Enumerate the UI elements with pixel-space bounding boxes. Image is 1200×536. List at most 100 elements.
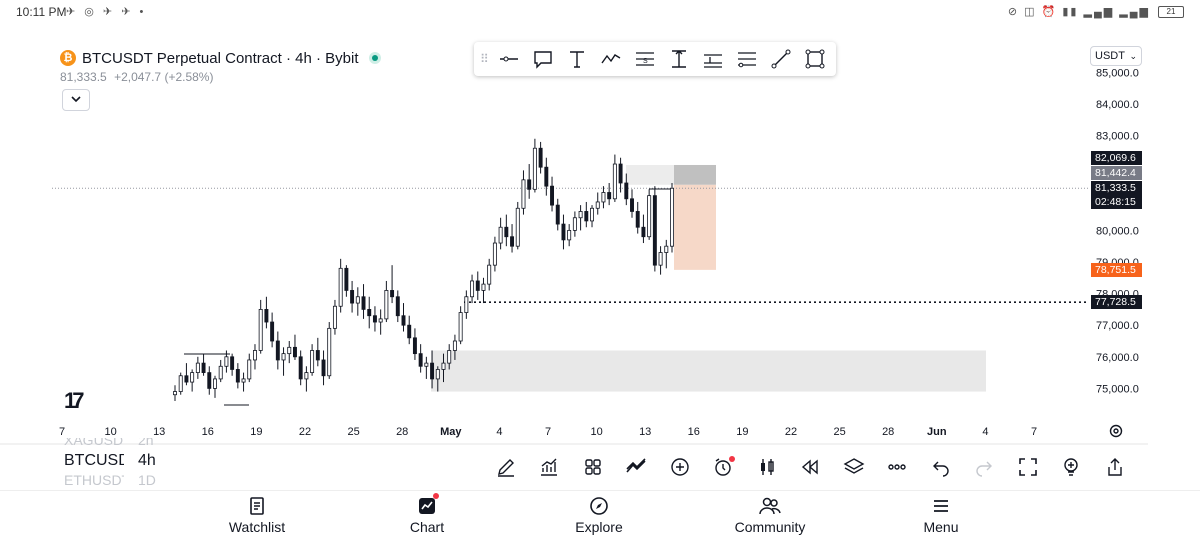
candle-body: [550, 185, 555, 206]
candle-body: [538, 147, 543, 168]
candle: [487, 258, 492, 291]
candle-body: [372, 315, 377, 323]
nav-community-label: Community: [734, 519, 806, 535]
parallel-channel-icon[interactable]: [730, 44, 764, 74]
candle: [630, 189, 634, 218]
price-axis: 85,000.084,000.083,000.080,000.079,000.0…: [1096, 67, 1139, 395]
candle: [207, 366, 212, 395]
candle-body: [218, 365, 223, 380]
candle-body: [515, 207, 520, 247]
candle-body: [281, 353, 286, 361]
symbol-next[interactable]: ETHUSDT 1D: [64, 472, 164, 490]
more-icon[interactable]: [876, 453, 920, 481]
candle: [641, 214, 646, 244]
path-icon[interactable]: [594, 44, 628, 74]
time-axis-label: 19: [736, 426, 748, 438]
candle-body: [390, 290, 395, 298]
alert-clock-icon[interactable]: [702, 453, 746, 481]
price-range-icon[interactable]: S: [628, 44, 662, 74]
candle: [281, 347, 286, 376]
nav-explore-label: Explore: [575, 519, 623, 535]
nav-explore[interactable]: Explore: [539, 495, 659, 535]
time-axis: 7 10 13 16 19 22 25 28 May 4 7 10 13 16 19 22 25 28 Jun 4 7: [59, 426, 1037, 438]
symbol-prev-interval: 2h: [138, 438, 154, 448]
candle: [492, 236, 497, 272]
candle: [201, 353, 206, 376]
symbol-header[interactable]: ₿ BTCUSDT Perpetual Contract · 4h · Bybi…: [60, 48, 381, 68]
candle-body: [424, 362, 429, 367]
tradingview-logo: 17: [64, 388, 85, 413]
candle-body: [447, 350, 452, 364]
candle-body: [452, 340, 457, 351]
time-axis-label: 10: [590, 426, 602, 438]
share-icon[interactable]: [1093, 453, 1137, 481]
candle: [275, 331, 280, 370]
layers-icon[interactable]: [832, 453, 876, 481]
collapse-legend-button[interactable]: [62, 89, 90, 111]
compass-icon: [590, 497, 608, 515]
nav-menu[interactable]: Menu: [881, 495, 1001, 535]
candle: [218, 359, 223, 383]
replay-icon[interactable]: [789, 453, 833, 481]
chart-toolbar: [484, 453, 1137, 481]
candle-body: [612, 163, 617, 200]
nav-watchlist[interactable]: Watchlist: [197, 495, 317, 535]
candle: [470, 274, 475, 304]
candle: [332, 299, 337, 335]
candle-body: [407, 324, 412, 339]
redo-icon[interactable]: [963, 453, 1007, 481]
fullscreen-icon[interactable]: [1006, 453, 1050, 481]
candle-body: [544, 166, 549, 187]
candle-body: [487, 264, 492, 285]
trend-line-icon[interactable]: [764, 44, 798, 74]
currency-select[interactable]: USDT ⌄: [1090, 46, 1142, 66]
candle-body: [652, 195, 657, 266]
indicators-icon[interactable]: [528, 453, 572, 481]
candle: [412, 328, 417, 360]
candle: [464, 290, 469, 319]
nav-community[interactable]: Community: [710, 495, 830, 535]
price-change: +2,047.7 (+2.58%): [114, 70, 214, 84]
callout-icon[interactable]: [526, 44, 560, 74]
candle: [310, 344, 315, 376]
candle-body: [647, 195, 652, 238]
candle: [230, 353, 235, 376]
drawing-pencil-icon[interactable]: [484, 453, 528, 481]
candle: [344, 265, 349, 297]
candle: [367, 296, 372, 329]
candle: [235, 363, 240, 389]
candle-body: [201, 362, 206, 373]
rectangle-icon[interactable]: [798, 44, 832, 74]
undo-icon[interactable]: [919, 453, 963, 481]
symbol-next-interval: 1D: [138, 472, 156, 488]
candle: [372, 306, 377, 332]
symbol-title: BTCUSDT Perpetual Contract · 4h · Bybit: [82, 49, 359, 67]
time-axis-label: Jun: [927, 426, 947, 438]
symbol-switcher[interactable]: XAGUSD 2h BTCUSDT 4h ETHUSDT 1D: [64, 438, 164, 490]
watchlist-icon: [250, 497, 264, 515]
horizontal-line-icon[interactable]: [492, 44, 526, 74]
candle: [555, 198, 560, 231]
idea-bulb-icon[interactable]: [1050, 453, 1094, 481]
candle-body: [310, 350, 315, 374]
candle-body: [401, 315, 406, 326]
compare-icon[interactable]: [615, 453, 659, 481]
symbol-prev[interactable]: XAGUSD 2h: [64, 438, 164, 452]
text-icon[interactable]: [560, 44, 594, 74]
chart-settings-icon[interactable]: [1109, 424, 1123, 438]
candle: [595, 192, 600, 215]
candle: [287, 341, 292, 364]
nav-chart[interactable]: Chart: [367, 493, 487, 535]
candle-body: [555, 204, 560, 225]
long-position-icon[interactable]: [696, 44, 730, 74]
candle: [195, 356, 200, 379]
candle: [670, 183, 674, 253]
symbol-current[interactable]: BTCUSDT 4h: [64, 452, 164, 472]
candle-style-icon[interactable]: [745, 453, 789, 481]
candle-body: [464, 296, 469, 313]
drag-handle-icon[interactable]: ⠿: [480, 49, 492, 69]
layouts-icon[interactable]: [571, 453, 615, 481]
candle: [184, 363, 189, 386]
add-icon[interactable]: [658, 453, 702, 481]
vertical-range-icon[interactable]: [662, 44, 696, 74]
